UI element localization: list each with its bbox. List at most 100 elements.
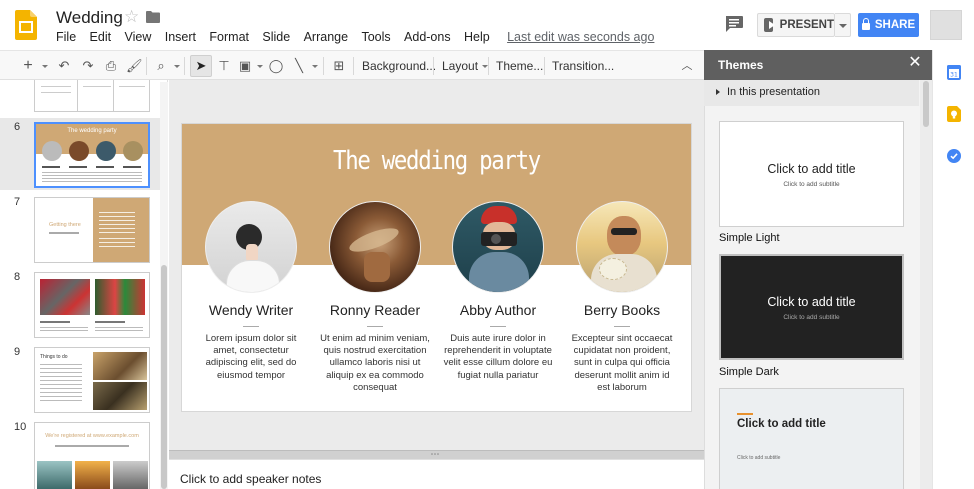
keep-icon[interactable] [947, 106, 961, 122]
line-dropdown-icon[interactable] [308, 58, 318, 74]
themes-scrollbar-thumb[interactable] [923, 81, 929, 127]
shape-icon[interactable]: ◯ [268, 58, 284, 74]
person-name: Wendy Writer [208, 302, 294, 318]
menu-slide[interactable]: Slide [262, 30, 290, 46]
chevron-right-icon [716, 89, 720, 95]
filmstrip-thumb-9[interactable]: Things to do [34, 347, 150, 413]
person-divider [490, 326, 506, 327]
filmstrip-thumb-8[interactable] [34, 272, 150, 338]
theme-simple-light[interactable]: Click to add title Click to add subtitle [719, 121, 904, 227]
comment-icon[interactable] [725, 16, 743, 32]
present-play-icon [764, 18, 775, 32]
theme-title-placeholder: Click to add title [767, 295, 856, 309]
person-divider [614, 326, 630, 327]
person-divider [243, 326, 259, 327]
menu-addons[interactable]: Add-ons [404, 30, 451, 46]
filmstrip-thumb-7[interactable]: Getting there [34, 197, 150, 263]
person-card[interactable]: Berry Books Excepteur sint occaecat cupi… [567, 201, 677, 394]
line-icon[interactable]: ╲ [291, 58, 307, 74]
menu-format[interactable]: Format [209, 30, 249, 46]
theme-button[interactable]: Theme... [496, 59, 543, 73]
filmstrip-number-6: 6 [14, 121, 21, 133]
paint-format-icon[interactable]: 🖌 [126, 58, 143, 74]
filmstrip-thumb-9-title: Things to do [40, 354, 68, 360]
menu-bar: File Edit View Insert Format Slide Arran… [56, 30, 668, 46]
filmstrip-number-9: 9 [14, 346, 21, 358]
background-button[interactable]: Background... [362, 59, 436, 73]
theme-subtitle-placeholder: Click to add subtitle [783, 314, 840, 321]
themes-panel-header: Themes [704, 50, 932, 80]
filmstrip-thumb-6[interactable]: The wedding party [34, 122, 150, 188]
filmstrip-thumb-10-title: We're registered at www.example.com [45, 433, 139, 439]
theme-label-simple-dark: Simple Dark [719, 366, 779, 378]
slides-logo-icon[interactable] [15, 10, 37, 40]
zoom-icon[interactable]: ⌕ [153, 58, 169, 74]
avatar[interactable] [930, 10, 962, 40]
print-icon[interactable]: ⎙ [103, 58, 119, 74]
share-button[interactable]: SHARE [858, 13, 919, 37]
document-title[interactable]: Wedding [56, 8, 123, 28]
transition-button[interactable]: Transition... [552, 59, 614, 73]
menu-tools[interactable]: Tools [361, 30, 390, 46]
filmstrip-thumb-prev[interactable] [34, 80, 150, 112]
theme-title-placeholder: Click to add title [767, 162, 856, 176]
person-description: Excepteur sint occaecat cupidatat non pr… [571, 333, 673, 393]
filmstrip-thumb-10[interactable]: We're registered at www.example.com [34, 422, 150, 489]
new-slide-icon[interactable]: + [22, 58, 34, 74]
filmstrip-scrollbar-thumb[interactable] [161, 265, 167, 489]
present-dropdown-button[interactable] [835, 13, 851, 37]
speaker-notes-placeholder[interactable]: Click to add speaker notes [180, 472, 321, 486]
in-this-presentation-toggle[interactable]: In this presentation [704, 80, 919, 106]
person-photo [329, 201, 421, 293]
current-slide[interactable]: The wedding party Wendy Writer Lorem ips… [182, 124, 691, 411]
star-icon[interactable]: ☆ [124, 7, 139, 27]
present-button[interactable]: PRESENT [757, 13, 835, 37]
undo-icon[interactable]: ↶ [56, 58, 72, 74]
present-label: PRESENT [779, 19, 834, 31]
add-comment-icon[interactable]: ⊞ [331, 58, 347, 74]
themes-scrollbar[interactable] [920, 80, 932, 489]
theme-simple-dark[interactable]: Click to add title Click to add subtitle [719, 254, 904, 360]
resize-grip-icon[interactable] [430, 452, 440, 456]
theme-label-simple-light: Simple Light [719, 232, 780, 244]
calendar-icon[interactable]: 31 [947, 64, 961, 80]
person-description: Ut enim ad minim veniam, quis nostrud ex… [320, 333, 430, 393]
slide-title[interactable]: The wedding party [218, 146, 656, 176]
filmstrip-number-8: 8 [14, 271, 21, 283]
person-name: Ronny Reader [329, 302, 421, 318]
menu-edit[interactable]: Edit [90, 30, 112, 46]
theme-streamline[interactable]: Click to add title Click to add subtitle [719, 388, 904, 489]
person-card[interactable]: Ronny Reader Ut enim ad minim veniam, qu… [320, 201, 430, 394]
menu-file[interactable]: File [56, 30, 76, 46]
redo-icon[interactable]: ↷ [80, 58, 96, 74]
person-description: Lorem ipsum dolor sit amet, consectetur … [205, 333, 297, 381]
close-icon[interactable]: ✕ [908, 55, 922, 71]
in-this-presentation-label: In this presentation [727, 86, 820, 98]
person-photo [576, 201, 668, 293]
last-edit-link[interactable]: Last edit was seconds ago [507, 30, 654, 46]
theme-subtitle-placeholder: Click to add subtitle [783, 181, 840, 188]
person-divider [367, 326, 383, 327]
tasks-icon[interactable] [947, 148, 961, 164]
menu-help[interactable]: Help [464, 30, 490, 46]
themes-panel-title: Themes [718, 58, 764, 72]
person-card[interactable]: Wendy Writer Lorem ipsum dolor sit amet,… [196, 201, 306, 382]
person-name: Berry Books [583, 302, 661, 318]
menu-view[interactable]: View [124, 30, 151, 46]
filmstrip-number-7: 7 [14, 196, 21, 208]
person-description: Duis aute irure dolor in reprehenderit i… [443, 333, 553, 381]
share-label: SHARE [874, 19, 916, 31]
image-dropdown-icon[interactable] [253, 58, 263, 74]
menu-insert[interactable]: Insert [165, 30, 196, 46]
menu-arrange[interactable]: Arrange [304, 30, 348, 46]
text-box-icon[interactable]: ⊤ [216, 58, 232, 74]
new-slide-dropdown-icon[interactable] [38, 58, 48, 74]
layout-label: Layout [442, 59, 479, 73]
person-card[interactable]: Abby Author Duis aute irure dolor in rep… [443, 201, 553, 382]
collapse-toolbar-icon[interactable]: ︿ [680, 58, 694, 74]
image-icon[interactable]: ▣ [237, 58, 253, 74]
toolbar: + ↶ ↷ ⎙ 🖌 ⌕ ➤ ⊤ ▣ ◯ ╲ ⊞ Background... La… [0, 50, 704, 80]
folder-icon[interactable] [146, 11, 160, 23]
layout-button[interactable]: Layout [442, 59, 489, 73]
zoom-dropdown-icon[interactable] [170, 58, 180, 74]
